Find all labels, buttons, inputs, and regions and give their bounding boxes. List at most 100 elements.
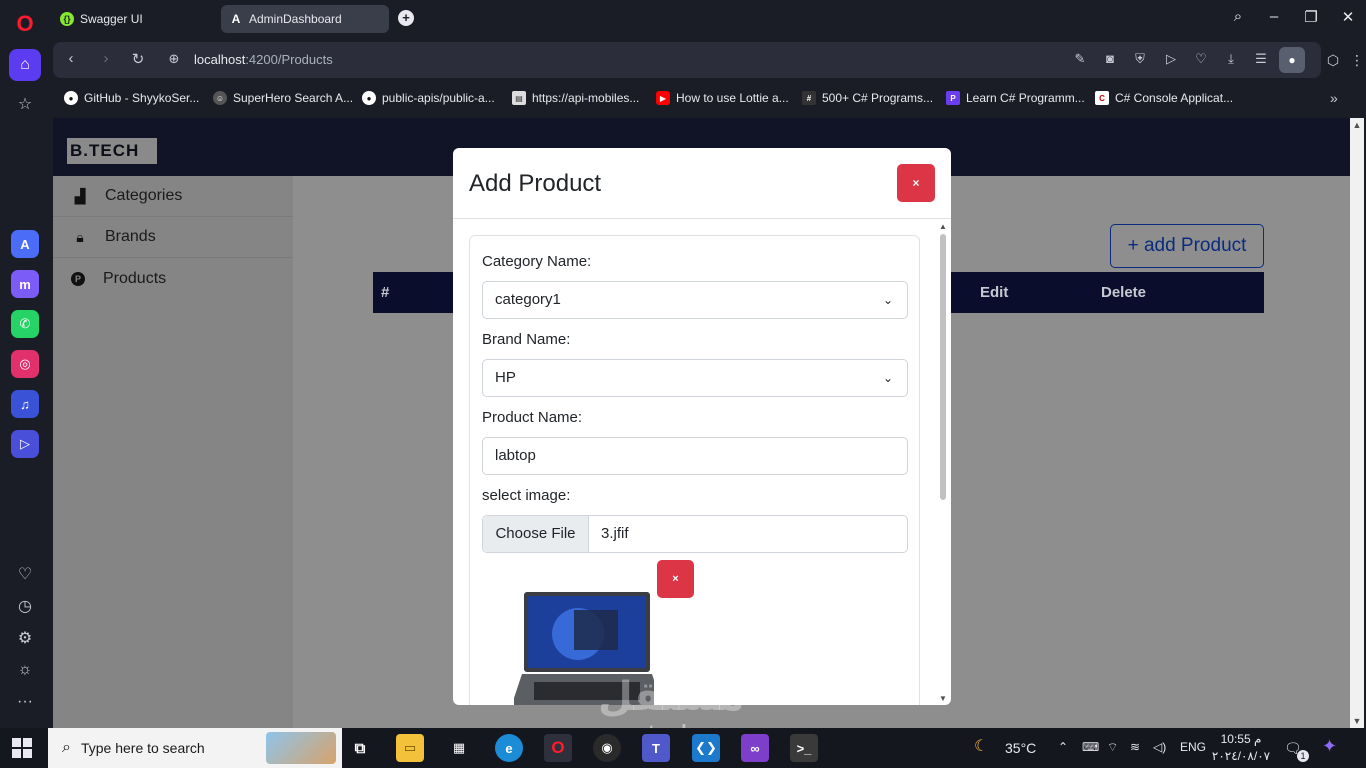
bookmark-console-app[interactable]: C C# Console Applicat... bbox=[1095, 91, 1233, 105]
category-selected-value: category1 bbox=[495, 291, 561, 308]
windows-taskbar: ⌕ Type here to search ⧉ ▭ ▦ e O ◉ T ❮❯ ∞… bbox=[0, 728, 1366, 768]
copilot-icon[interactable]: ✦ bbox=[1322, 736, 1337, 757]
heart-icon[interactable]: ♡ bbox=[9, 558, 41, 590]
brand-logo[interactable]: B.TECH bbox=[67, 138, 157, 164]
bookmarks-more-icon[interactable]: » bbox=[1330, 90, 1338, 106]
camera-icon[interactable]: ◙ bbox=[1101, 51, 1119, 66]
play-icon[interactable]: ▷ bbox=[1162, 51, 1180, 67]
image-file-input[interactable]: Choose File 3.jfif bbox=[482, 515, 908, 553]
weather-temp[interactable]: 35°C bbox=[1005, 740, 1036, 756]
remove-image-button[interactable]: × bbox=[657, 560, 694, 598]
opera-taskbar-icon[interactable]: O bbox=[544, 734, 572, 762]
menu-icon[interactable]: ⋮ bbox=[1350, 42, 1364, 78]
aria-icon[interactable]: A bbox=[11, 230, 39, 258]
language-indicator[interactable]: ENG bbox=[1180, 740, 1206, 754]
category-select[interactable]: category1 ⌄ bbox=[482, 281, 908, 319]
tab-admin-dashboard[interactable]: A AdminDashboard bbox=[221, 5, 389, 33]
system-clock[interactable]: 10:55 م ٢٠٢٤/٠٨/٠٧ bbox=[1208, 731, 1274, 765]
choose-file-button[interactable]: Choose File bbox=[483, 516, 589, 552]
network-icon[interactable]: ⌔ bbox=[1107, 740, 1118, 755]
easy-setup-icon[interactable]: ☰ bbox=[1252, 51, 1270, 67]
whatsapp-icon[interactable]: ✆ bbox=[11, 310, 39, 338]
vscode-icon[interactable]: ❮❯ bbox=[692, 734, 720, 762]
bookmark-lottie[interactable]: ▶ How to use Lottie a... bbox=[656, 91, 789, 105]
wifi-icon[interactable]: ≋ bbox=[1130, 740, 1140, 754]
edge-icon[interactable]: e bbox=[495, 734, 523, 762]
bookmark-learn-csharp[interactable]: P Learn C# Programm... bbox=[946, 91, 1085, 105]
scroll-up-icon[interactable]: ▲ bbox=[937, 222, 949, 231]
ime-icon[interactable]: ⌨ bbox=[1082, 740, 1099, 754]
modal-header: Add Product × bbox=[453, 148, 951, 219]
new-tab-button[interactable]: + bbox=[398, 10, 414, 26]
volume-icon[interactable]: ◁) bbox=[1153, 740, 1166, 754]
weather-icon[interactable]: ☾ bbox=[974, 736, 988, 756]
bulb-icon[interactable]: ☼ bbox=[9, 654, 41, 686]
bookmark-github[interactable]: ● GitHub - ShyykoSer... bbox=[64, 91, 199, 105]
davinci-icon[interactable]: ◉ bbox=[593, 734, 621, 762]
product-form: Category Name: category1 ⌄ Brand Name: H… bbox=[469, 235, 920, 705]
product-name-input[interactable]: labtop bbox=[482, 437, 908, 475]
tray-chevron-icon[interactable]: ⌃ bbox=[1058, 740, 1068, 754]
store-icon[interactable]: ▦ bbox=[445, 734, 473, 762]
search-tabs-icon[interactable]: ⌕ bbox=[1227, 8, 1249, 25]
tab-swagger[interactable]: {} Swagger UI bbox=[52, 5, 216, 33]
file-explorer-icon[interactable]: ▭ bbox=[396, 734, 424, 762]
scroll-down-icon[interactable]: ▼ bbox=[1350, 716, 1364, 726]
extensions-icon[interactable]: ⬡ bbox=[1322, 42, 1344, 78]
reload-icon[interactable]: ↻ bbox=[128, 50, 148, 68]
sidebar-item-products[interactable]: P Products bbox=[53, 258, 293, 299]
forward-icon[interactable]: › bbox=[96, 50, 116, 67]
opera-logo-icon[interactable]: O bbox=[14, 12, 36, 36]
bookmark-label: C# Console Applicat... bbox=[1115, 91, 1234, 105]
bookmark-csharp-programs[interactable]: #500+ C# Programs... bbox=[802, 91, 933, 105]
scroll-down-icon[interactable]: ▼ bbox=[937, 694, 949, 703]
messenger-icon[interactable]: m bbox=[11, 270, 39, 298]
page-scrollbar[interactable]: ▲ ▼ bbox=[1350, 118, 1364, 728]
modal-close-button[interactable]: × bbox=[897, 164, 935, 202]
restore-icon[interactable]: ❐ bbox=[1300, 8, 1322, 26]
gear-icon[interactable]: ⚙ bbox=[9, 622, 41, 654]
back-icon[interactable]: ‹ bbox=[61, 50, 81, 67]
bookmark-label: 500+ C# Programs... bbox=[822, 91, 934, 105]
star-icon[interactable]: ☆ bbox=[9, 88, 41, 120]
download-icon[interactable]: ⤓ bbox=[1222, 51, 1240, 67]
col-number: # bbox=[381, 284, 390, 301]
modal-scroll-thumb[interactable] bbox=[940, 234, 946, 500]
shield-icon[interactable]: ⛨ bbox=[1131, 51, 1149, 67]
instagram-icon[interactable]: ◎ bbox=[11, 350, 39, 378]
learn-icon: P bbox=[946, 91, 960, 105]
brand-select[interactable]: HP ⌄ bbox=[482, 359, 908, 397]
bookmark-api-mobiles[interactable]: ▤ https://api-mobiles... bbox=[512, 91, 639, 105]
visual-studio-icon[interactable]: ∞ bbox=[741, 734, 769, 762]
app-sidebar: ▟ Categories 🔒︎ Brands P Products bbox=[53, 176, 293, 728]
edit-icon[interactable]: ✎ bbox=[1071, 51, 1089, 67]
player-icon[interactable]: ▷ bbox=[11, 430, 39, 458]
home-icon[interactable]: ⌂ bbox=[9, 49, 41, 81]
sidebar-item-categories[interactable]: ▟ Categories bbox=[53, 176, 293, 217]
profile-icon[interactable]: ● bbox=[1279, 47, 1305, 73]
bookmark-superhero[interactable]: ☺ SuperHero Search A... bbox=[213, 91, 353, 105]
close-window-icon[interactable]: ✕ bbox=[1337, 8, 1359, 26]
category-label: Category Name: bbox=[482, 253, 592, 270]
windows-start-icon[interactable] bbox=[12, 738, 32, 758]
terminal-icon[interactable]: >_ bbox=[790, 734, 818, 762]
music-icon[interactable]: ♫ bbox=[11, 390, 39, 418]
bookmark-public-apis[interactable]: ● public-apis/public-a... bbox=[362, 91, 495, 105]
chart-icon: ▟ bbox=[74, 187, 86, 204]
modal-scrollbar[interactable]: ▲ ▼ bbox=[937, 222, 949, 705]
add-product-button[interactable]: + add Product bbox=[1110, 224, 1264, 268]
teams-icon[interactable]: T bbox=[642, 734, 670, 762]
youtube-icon: ▶ bbox=[656, 91, 670, 105]
more-icon[interactable]: ··· bbox=[9, 686, 41, 718]
sidebar-item-brands[interactable]: 🔒︎ Brands bbox=[53, 217, 293, 258]
sidebar-item-label: Categories bbox=[105, 187, 183, 204]
heart-outline-icon[interactable]: ♡ bbox=[1192, 51, 1210, 67]
task-view-icon[interactable]: ⧉ bbox=[346, 734, 374, 762]
taskbar-search[interactable]: ⌕ Type here to search bbox=[48, 728, 342, 768]
scroll-up-icon[interactable]: ▲ bbox=[1350, 120, 1364, 130]
watermark-arabic: مستقل bbox=[598, 675, 745, 719]
url-text[interactable]: localhost:4200/Products bbox=[194, 52, 333, 67]
minimize-icon[interactable]: – bbox=[1263, 8, 1285, 25]
address-bar[interactable]: ‹ › ↻ ⊕ localhost:4200/Products ✎ ◙ ⛨ ▷ … bbox=[53, 42, 1321, 78]
history-icon[interactable]: ◷ bbox=[9, 590, 41, 622]
